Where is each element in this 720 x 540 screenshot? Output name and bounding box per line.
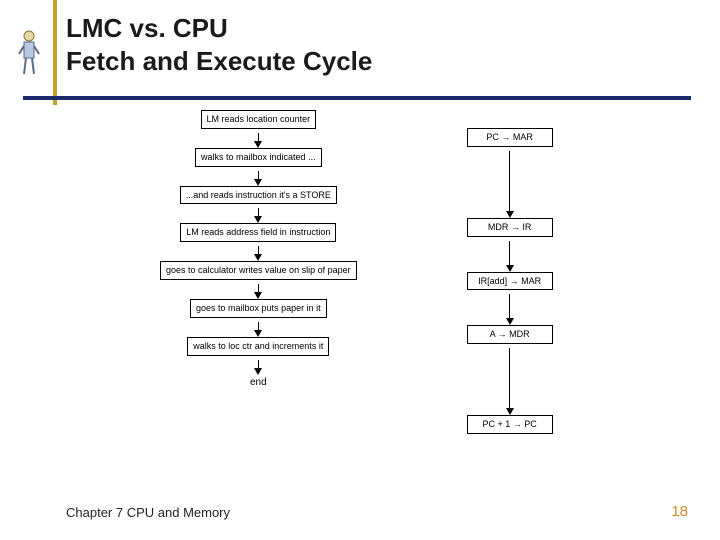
arrow-down-icon bbox=[254, 292, 262, 299]
cpu-step: IR[add] → MAR bbox=[467, 272, 553, 291]
page-title: LMC vs. CPU Fetch and Execute Cycle bbox=[66, 12, 372, 77]
arrow-down-icon bbox=[254, 254, 262, 261]
lmc-column: LM reads location counter walks to mailb… bbox=[160, 110, 357, 434]
mascot-icon bbox=[18, 30, 40, 78]
cpu-step: A → MDR bbox=[467, 325, 553, 344]
cpu-step: PC → MAR bbox=[467, 128, 553, 147]
lmc-step: goes to calculator writes value on slip … bbox=[160, 261, 357, 280]
arrow-down-icon bbox=[506, 265, 514, 272]
lmc-step: LM reads location counter bbox=[201, 110, 317, 129]
end-label: end bbox=[250, 377, 267, 388]
lmc-step: goes to mailbox puts paper in it bbox=[190, 299, 327, 318]
arrow-down-icon bbox=[254, 216, 262, 223]
cpu-column: PC → MAR MDR → IR IR[add] → MAR A → MDR … bbox=[467, 110, 553, 434]
arrow-down-icon bbox=[506, 408, 514, 415]
vertical-accent-rule bbox=[53, 0, 57, 105]
page-number: 18 bbox=[671, 503, 688, 520]
arrow-down-icon bbox=[254, 141, 262, 148]
footer-chapter: Chapter 7 CPU and Memory bbox=[66, 505, 230, 520]
flow-diagram: LM reads location counter walks to mailb… bbox=[160, 110, 580, 434]
title-underline bbox=[23, 96, 691, 100]
lmc-step: walks to mailbox indicated ... bbox=[195, 148, 322, 167]
lmc-step: walks to loc ctr and increments it bbox=[187, 337, 329, 356]
arrow-down-icon bbox=[506, 211, 514, 218]
lmc-step: LM reads address field in instruction bbox=[180, 223, 336, 242]
arrow-down-icon bbox=[254, 330, 262, 337]
cpu-step: PC + 1 → PC bbox=[467, 415, 553, 434]
arrow-down-icon bbox=[254, 179, 262, 186]
arrow-down-icon bbox=[506, 318, 514, 325]
title-line2: Fetch and Execute Cycle bbox=[66, 45, 372, 78]
cpu-step: MDR → IR bbox=[467, 218, 553, 237]
arrow-down-icon bbox=[254, 368, 262, 375]
title-line1: LMC vs. CPU bbox=[66, 12, 372, 45]
lmc-step: ...and reads instruction it's a STORE bbox=[180, 186, 337, 205]
